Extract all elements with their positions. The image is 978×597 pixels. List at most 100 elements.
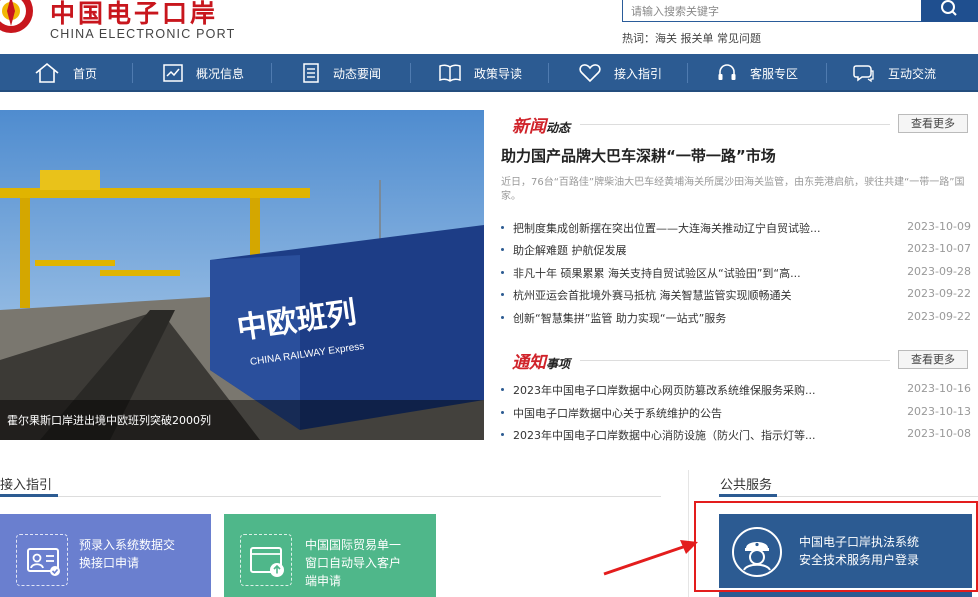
card-line: 端申请 [305,574,342,588]
notice-title-big: 通知 [512,353,546,373]
news-item-text[interactable]: 助企解难题 护航促发展 [513,242,627,258]
search-input[interactable]: 请输入搜索关键字 [622,0,922,22]
guide-title-underline [0,494,58,497]
notice-item[interactable]: 2023年中国电子口岸数据中心消防设施（防火门、指示灯等... 2023-10-0… [501,427,971,445]
nav-label: 接入指引 [614,66,663,81]
bullet [501,388,504,391]
guide-card-single-window-import[interactable]: 中国国际贸易单一 窗口自动导入客户 端申请 [224,514,436,597]
nav-label: 客服专区 [750,66,799,81]
news-summary: 近日，76台“百路佳”牌柴油大巴车经黄埔海关所属沙田海关监管，由东莞港启航，驶往… [501,177,965,202]
notice-item-text[interactable]: 2023年中国电子口岸数据中心网页防篡改系统维保服务采购... [513,382,815,398]
document-icon [303,63,319,83]
bullet [501,248,504,251]
news-title-big: 新闻 [512,117,546,137]
nav-label: 政策导读 [474,66,523,81]
news-section-title: 新闻动态 [512,112,570,137]
news-headline[interactable]: 助力国产品牌大巴车深耕“一带一路”市场 [501,145,776,166]
news-title-small: 动态 [546,121,571,135]
news-item-date: 2023-10-09 [907,220,971,233]
notice-item-text[interactable]: 2023年中国电子口岸数据中心消防设施（防火门、指示灯等... [513,427,815,443]
news-item-date: 2023-09-22 [907,310,971,323]
highlight-frame [694,501,978,592]
nav-label: 互动交流 [888,66,937,81]
nav-item-overview[interactable]: 概况信息 [163,54,244,92]
nav-label: 动态要闻 [333,66,382,81]
nav-item-news[interactable]: 动态要闻 [302,54,381,92]
public-section-title: 公共服务 [720,478,773,493]
news-item-text[interactable]: 把制度集成创新摆在突出位置——大连海关推动辽宁自贸试验... [513,220,821,236]
card-line: 中国国际贸易单一 [305,538,402,552]
hot-term-customs[interactable]: 海关 [655,32,677,45]
logo-emblem-icon[interactable] [0,0,36,36]
home-icon [35,62,59,83]
card-line: 窗口自动导入客户 [305,556,402,570]
news-item-date: 2023-09-22 [907,287,971,300]
card-line: 换接口申请 [79,556,140,570]
news-item[interactable]: 非凡十年 硕果累累 海关支持自贸试验区从“试验田”到“高... 2023-09-2… [501,265,971,283]
notice-item-date: 2023-10-16 [907,382,971,395]
nav-item-customer-service[interactable]: 客服专区 [717,54,798,92]
news-item[interactable]: 杭州亚运会首批境外赛马抵杭 海关智慧监管实现顺畅通关 2023-09-22 [501,287,971,305]
search-button[interactable] [921,0,978,22]
notice-title-small: 事项 [546,357,571,371]
hero-image: 中欧班列 CHINA RAILWAY Express [0,110,484,440]
news-item-date: 2023-09-28 [907,265,971,278]
bullet [501,293,504,296]
guide-divider [0,496,661,497]
chart-icon [163,64,183,82]
logo-text-cn[interactable]: 中国电子口岸 [50,0,218,30]
main-nav: 首页 概况信息 动态要闻 政策导读 接入指引 客服专区 互动交流 [0,54,978,92]
bullet [501,411,504,414]
bullet [501,316,504,319]
notice-item-date: 2023-10-08 [907,427,971,440]
news-item[interactable]: 助企解难题 护航促发展 2023-10-07 [501,242,971,260]
nav-divider [548,63,549,83]
news-more-button[interactable]: 查看更多 [898,114,968,133]
notice-item-date: 2023-10-13 [907,405,971,418]
news-item-text[interactable]: 杭州亚运会首批境外赛马抵杭 海关智慧监管实现顺畅通关 [513,287,792,303]
upload-window-icon [240,534,292,586]
news-item-text[interactable]: 创新“智慧集拼”监管 助力实现“一站式”服务 [513,310,726,326]
headset-icon [718,64,736,80]
hot-term-declaration[interactable]: 报关单 [681,32,714,45]
book-icon [439,64,461,82]
hero-caption[interactable]: 霍尔果斯口岸进出境中欧班列突破2000列 [0,400,484,440]
nav-item-home[interactable]: 首页 [34,54,97,92]
nav-divider [826,63,827,83]
news-divider [580,124,890,125]
logo-text-en: CHINA ELECTRONIC PORT [50,27,236,41]
nav-item-access-guide[interactable]: 接入指引 [579,54,662,92]
public-title-underline [719,494,777,497]
bullet [501,271,504,274]
search-icon [941,0,957,16]
notice-item[interactable]: 2023年中国电子口岸数据中心网页防篡改系统维保服务采购... 2023-10-1… [501,382,971,400]
nav-divider [132,63,133,83]
news-item[interactable]: 创新“智慧集拼”监管 助力实现“一站式”服务 2023-09-22 [501,310,971,328]
site-header: 中国电子口岸 CHINA ELECTRONIC PORT 请输入搜索关键字 热词… [0,0,978,54]
bullet [501,433,504,436]
notice-item[interactable]: 中国电子口岸数据中心关于系统维护的公告 2023-10-13 [501,405,971,423]
notice-divider [580,360,890,361]
card-line: 预录入系统数据交 [79,538,176,552]
hero-banner[interactable]: 中欧班列 CHINA RAILWAY Express [0,110,484,440]
nav-divider [410,63,411,83]
annotation-arrow-icon [603,540,698,576]
news-item-text[interactable]: 非凡十年 硕果累累 海关支持自贸试验区从“试验田”到“高... [513,265,801,281]
heart-icon [579,64,601,83]
guide-card-interface-application[interactable]: 预录入系统数据交 换接口申请 [0,514,211,597]
nav-item-policy[interactable]: 政策导读 [439,54,522,92]
nav-label: 概况信息 [196,66,245,81]
nav-item-interaction[interactable]: 互动交流 [853,54,936,92]
notice-more-button[interactable]: 查看更多 [898,350,968,369]
chat-icon [853,65,874,83]
nav-label: 首页 [73,66,98,81]
guide-section-title: 接入指引 [0,478,53,493]
news-item[interactable]: 把制度集成创新摆在突出位置——大连海关推动辽宁自贸试验... 2023-10-09 [501,220,971,238]
hot-term-faq[interactable]: 常见问题 [717,32,761,45]
nav-divider [687,63,688,83]
hot-label: 热词： [622,32,655,45]
notice-item-text[interactable]: 中国电子口岸数据中心关于系统维护的公告 [513,405,722,421]
bullet [501,226,504,229]
card-label: 预录入系统数据交 换接口申请 [79,536,175,572]
news-item-date: 2023-10-07 [907,242,971,255]
